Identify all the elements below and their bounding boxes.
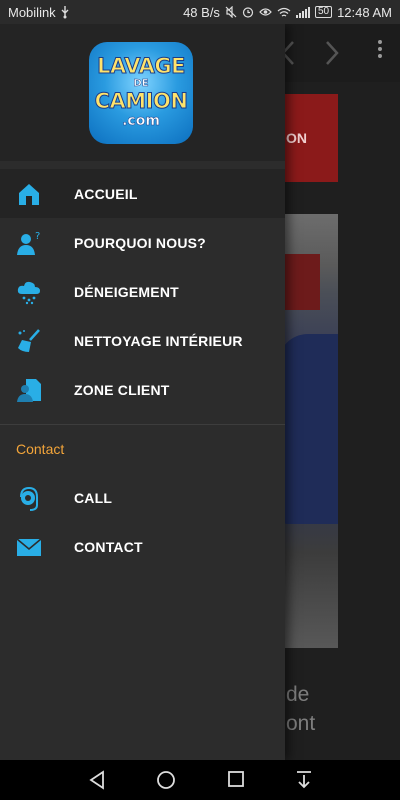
carrier-name: Mobilink [8,4,56,20]
mute-icon [225,6,237,18]
menu-item-pourquoi-nous[interactable]: ? POURQUOI NOUS? [0,218,285,267]
menu-label: CONTACT [74,538,143,555]
wifi-icon [277,7,291,18]
battery-icon: 50 [314,6,333,18]
mail-icon [16,534,42,560]
menu-item-deneigement[interactable]: DÉNEIGEMENT [0,267,285,316]
menu-label: ACCUEIL [74,185,138,202]
home-button[interactable] [156,770,176,795]
battery-level: 50 [317,6,330,17]
menu-item-nettoyage-interieur[interactable]: NETTOYAGE INTÉRIEUR [0,316,285,365]
navigation-drawer: LAVAGE DE CAMION .com ACCUEIL ? POURQUOI… [0,24,285,760]
usb-icon [60,5,70,19]
more-options-icon[interactable] [378,40,382,61]
clock: 12:48 AM [337,4,392,20]
menu-label: DÉNEIGEMENT [74,283,179,300]
menu-label: ZONE CLIENT [74,381,170,398]
recents-button[interactable] [227,770,245,793]
alarm-icon [242,6,254,18]
call-headset-icon [16,485,42,511]
logo-text: DE [133,78,149,90]
snow-cloud-icon [16,279,42,305]
body-text: de ont [286,680,315,738]
menu-label: NETTOYAGE INTÉRIEUR [74,332,243,349]
body-text-line: de [286,683,310,706]
banner-text: ON [286,130,307,146]
menu-item-contact[interactable]: CONTACT [0,522,285,571]
back-button[interactable] [88,770,106,795]
menu-label: POURQUOI NOUS? [74,234,206,251]
logo-text: CAMION [94,89,188,114]
status-bar: Mobilink 48 B/s 50 12:48 AM [0,0,400,24]
client-document-icon [16,377,42,403]
notification-pull-down-button[interactable] [295,770,313,795]
forward-arrow-icon[interactable] [324,40,340,73]
drawer-header: LAVAGE DE CAMION .com [0,24,285,161]
menu-item-call[interactable]: CALL [0,473,285,522]
logo-text: .com [122,113,160,130]
system-navigation-bar [0,760,400,800]
svg-text:?: ? [35,231,40,242]
photo-person [278,334,338,524]
logo-text: LAVAGE [97,54,186,79]
menu-label: CALL [74,489,113,506]
photo-door [284,254,320,310]
home-icon [16,181,42,207]
signal-icon [295,6,310,18]
eye-icon [259,7,272,17]
body-text-line: ont [286,712,316,735]
broom-icon [16,328,42,354]
contact-section-title: Contact [16,441,65,457]
user-question-icon: ? [16,230,42,256]
menu-item-zone-client[interactable]: ZONE CLIENT [0,365,285,414]
menu-item-accueil[interactable]: ACCUEIL [0,169,285,218]
app-logo: LAVAGE DE CAMION .com [89,42,193,144]
network-speed: 48 B/s [183,4,220,20]
